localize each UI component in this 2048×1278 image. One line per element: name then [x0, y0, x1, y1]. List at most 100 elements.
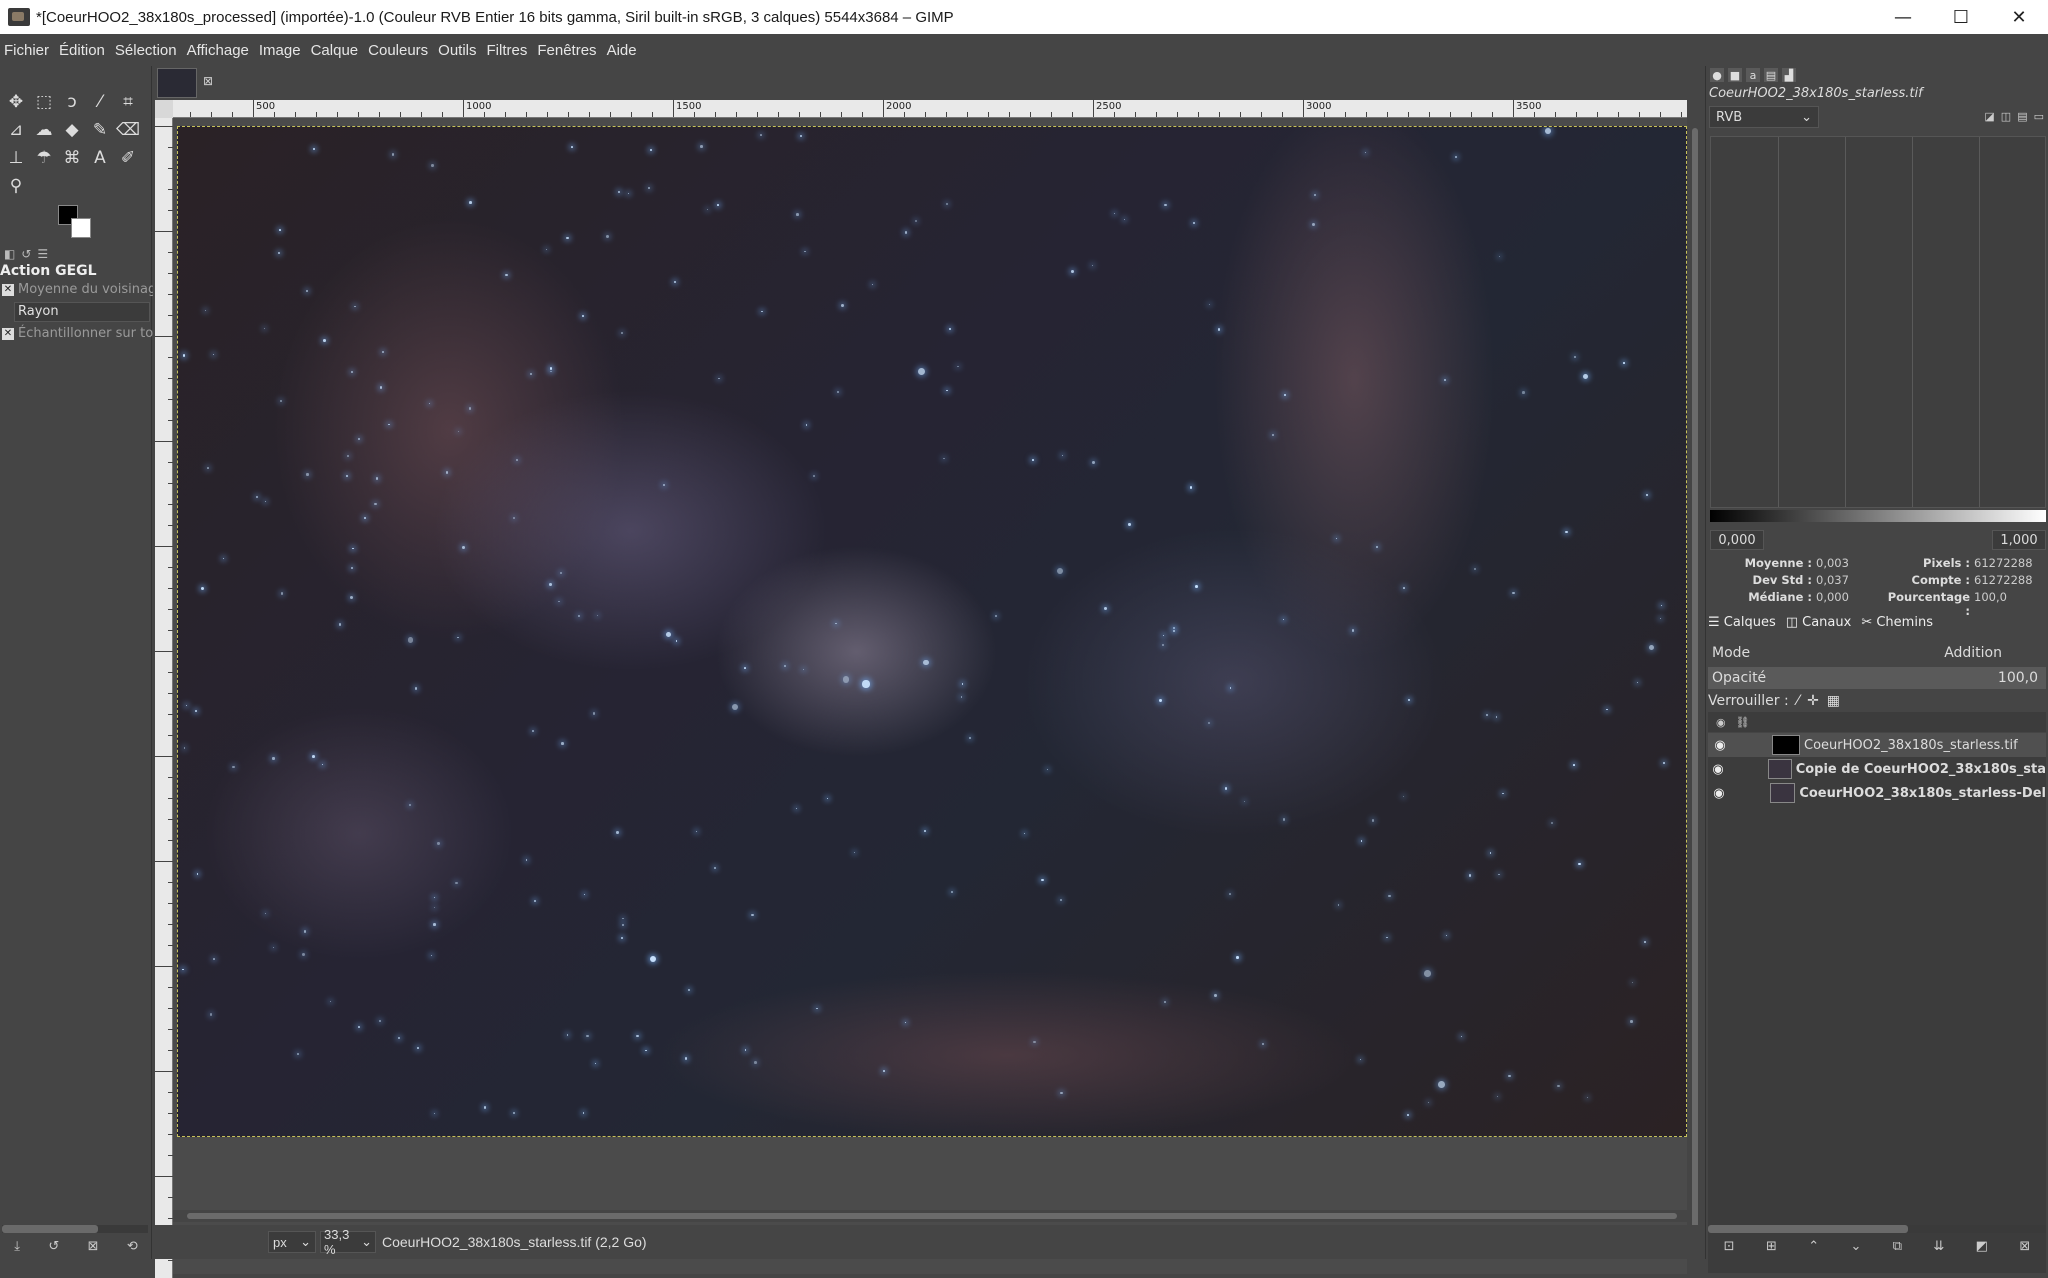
- vertical-scrollbar[interactable]: [1689, 118, 1701, 1278]
- unit-select[interactable]: px ⌄: [268, 1231, 316, 1253]
- close-button[interactable]: ✕: [1990, 0, 2048, 34]
- tab-channels[interactable]: ◫ Canaux: [1786, 615, 1852, 630]
- save-options-icon[interactable]: ⤓: [14, 1239, 20, 1254]
- device-status-tab-icon[interactable]: ↺: [21, 247, 31, 261]
- layers-scrollbar[interactable]: [1708, 1225, 2046, 1233]
- menu-filtres[interactable]: Filtres: [487, 42, 528, 59]
- histogram-plot[interactable]: [1710, 136, 2046, 508]
- color-picker-icon[interactable]: ✐: [114, 144, 142, 172]
- paintbrush-icon[interactable]: ✎: [86, 116, 114, 144]
- raise-layer-icon[interactable]: ⌃: [1808, 1239, 1819, 1254]
- ruler-corner[interactable]: [155, 100, 173, 118]
- option-neighborhood-average[interactable]: ✕ Moyenne du voisinage: [0, 282, 164, 297]
- lock-pixels-icon[interactable]: ⁄: [1797, 693, 1799, 709]
- fonts-tab-icon[interactable]: a: [1746, 68, 1760, 82]
- log-histogram-icon[interactable]: ◫: [2001, 110, 2011, 123]
- mode-select[interactable]: Addition: [1944, 645, 2002, 661]
- layer-row[interactable]: ◉ CoeurHOO2_38x180s_starless.tif: [1708, 733, 2046, 757]
- merge-layer-icon[interactable]: ⇊: [1933, 1239, 1944, 1254]
- tab-paths[interactable]: ✂ Chemins: [1861, 615, 1933, 630]
- fuzzy-select-icon[interactable]: ⁄: [86, 88, 114, 116]
- menu-fenetres[interactable]: Fenêtres: [537, 42, 596, 59]
- visibility-header-icon[interactable]: ◉: [1716, 716, 1726, 729]
- paths-icon[interactable]: ⌘: [58, 144, 86, 172]
- layer-row[interactable]: ◉ Copie de CoeurHOO2_38x180s_sta: [1708, 757, 2046, 781]
- document-history-tab-icon[interactable]: ▤: [1764, 68, 1778, 82]
- eraser-icon[interactable]: ⌫: [114, 116, 142, 144]
- menu-selection[interactable]: Sélection: [115, 42, 177, 59]
- menu-couleurs[interactable]: Couleurs: [368, 42, 428, 59]
- scroll-thumb[interactable]: [1692, 128, 1698, 1252]
- maximize-button[interactable]: ☐: [1932, 0, 1990, 34]
- checkbox-icon[interactable]: ✕: [2, 327, 14, 340]
- horizontal-ruler[interactable]: 500 1000 1500 2000 2500 3000 3500: [173, 99, 1687, 118]
- star: [277, 251, 280, 254]
- vertical-ruler[interactable]: [155, 118, 173, 1278]
- background-color[interactable]: [71, 218, 91, 238]
- radius-field[interactable]: Rayon: [14, 302, 150, 322]
- patterns-tab-icon[interactable]: ■: [1728, 68, 1742, 82]
- layer-row[interactable]: ◉ CoeurHOO2_38x180s_starless-Del: [1708, 781, 2046, 805]
- channel-select[interactable]: RVB ⌄: [1709, 106, 1819, 128]
- fg-bg-colors[interactable]: [58, 205, 94, 241]
- duplicate-layer-icon[interactable]: ⧉: [1893, 1239, 1902, 1254]
- minimize-button[interactable]: —: [1874, 0, 1932, 34]
- horizontal-scrollbar[interactable]: [173, 1210, 1687, 1222]
- menu-aide[interactable]: Aide: [607, 42, 637, 59]
- lower-layer-icon[interactable]: ⌄: [1850, 1239, 1861, 1254]
- tab-layers[interactable]: ☰ Calques: [1708, 615, 1776, 630]
- move-icon[interactable]: ✥: [2, 88, 30, 116]
- zoom-select[interactable]: 33,3 % ⌄: [320, 1227, 376, 1257]
- new-layer-icon[interactable]: ⊡: [1724, 1239, 1735, 1254]
- image-tab-thumbnail[interactable]: [157, 68, 197, 98]
- tool-options-tab-icon[interactable]: ◧: [4, 247, 15, 261]
- menu-outils[interactable]: Outils: [438, 42, 476, 59]
- histogram-tab-icon[interactable]: ▟: [1782, 68, 1796, 82]
- lock-alpha-icon[interactable]: ▦: [1827, 693, 1840, 709]
- new-group-icon[interactable]: ⊞: [1766, 1239, 1777, 1254]
- range-max-field[interactable]: 1,000: [1992, 530, 2046, 550]
- clone-icon[interactable]: ⊥: [2, 144, 30, 172]
- undo-history-tab-icon[interactable]: ☰: [37, 247, 48, 261]
- delete-layer-icon[interactable]: ⊠: [2019, 1239, 2030, 1254]
- bucket-fill-icon[interactable]: ◆: [58, 116, 86, 144]
- brushes-tab-icon[interactable]: ●: [1710, 68, 1724, 82]
- transform-icon[interactable]: ⊿: [2, 116, 30, 144]
- eye-icon[interactable]: ◉: [1708, 762, 1728, 777]
- menu-image[interactable]: Image: [259, 42, 301, 59]
- delete-options-icon[interactable]: ⊠: [88, 1239, 99, 1254]
- crop-icon[interactable]: ⌗: [114, 88, 142, 116]
- mask-layer-icon[interactable]: ◩: [1976, 1239, 1988, 1254]
- star: [207, 466, 209, 469]
- menu-edition[interactable]: Édition: [59, 42, 105, 59]
- restore-options-icon[interactable]: ↺: [48, 1239, 59, 1254]
- chain-header-icon[interactable]: ⛓: [1736, 716, 1750, 729]
- warp-icon[interactable]: ☁: [30, 116, 58, 144]
- menu-icon[interactable]: ▤: [2017, 110, 2027, 123]
- checkbox-icon[interactable]: ✕: [2, 283, 14, 296]
- panel-menu-icon[interactable]: ▭: [2034, 110, 2044, 123]
- menu-fichier[interactable]: Fichier: [4, 42, 49, 59]
- scroll-thumb[interactable]: [187, 1213, 1677, 1219]
- canvas-viewport[interactable]: [173, 118, 1687, 1274]
- reset-options-icon[interactable]: ⟲: [127, 1239, 138, 1254]
- eye-icon[interactable]: ◉: [1708, 786, 1730, 801]
- range-min-field[interactable]: 0,000: [1710, 530, 1764, 550]
- lock-position-icon[interactable]: ✛: [1807, 693, 1819, 709]
- smudge-icon[interactable]: ☂: [30, 144, 58, 172]
- star: [1032, 458, 1035, 461]
- option-sample-merged[interactable]: ✕ Échantillonner sur tous: [0, 326, 168, 341]
- close-image-tab-icon[interactable]: ⊠: [203, 74, 213, 88]
- eye-icon[interactable]: ◉: [1708, 738, 1732, 753]
- opacity-slider[interactable]: Opacité 100,0: [1708, 667, 2046, 689]
- rect-select-icon[interactable]: ⬚: [30, 88, 58, 116]
- left-dock-scrollbar[interactable]: [2, 1225, 148, 1233]
- text-icon[interactable]: A: [86, 144, 114, 172]
- menu-affichage[interactable]: Affichage: [187, 42, 249, 59]
- linear-histogram-icon[interactable]: ◪: [1984, 110, 1994, 123]
- menu-calque[interactable]: Calque: [311, 42, 359, 59]
- lasso-icon[interactable]: ↄ: [58, 88, 86, 116]
- histogram-gradient[interactable]: [1710, 510, 2046, 522]
- zoom-icon[interactable]: ⚲: [2, 172, 30, 200]
- image-canvas[interactable]: [177, 126, 1687, 1137]
